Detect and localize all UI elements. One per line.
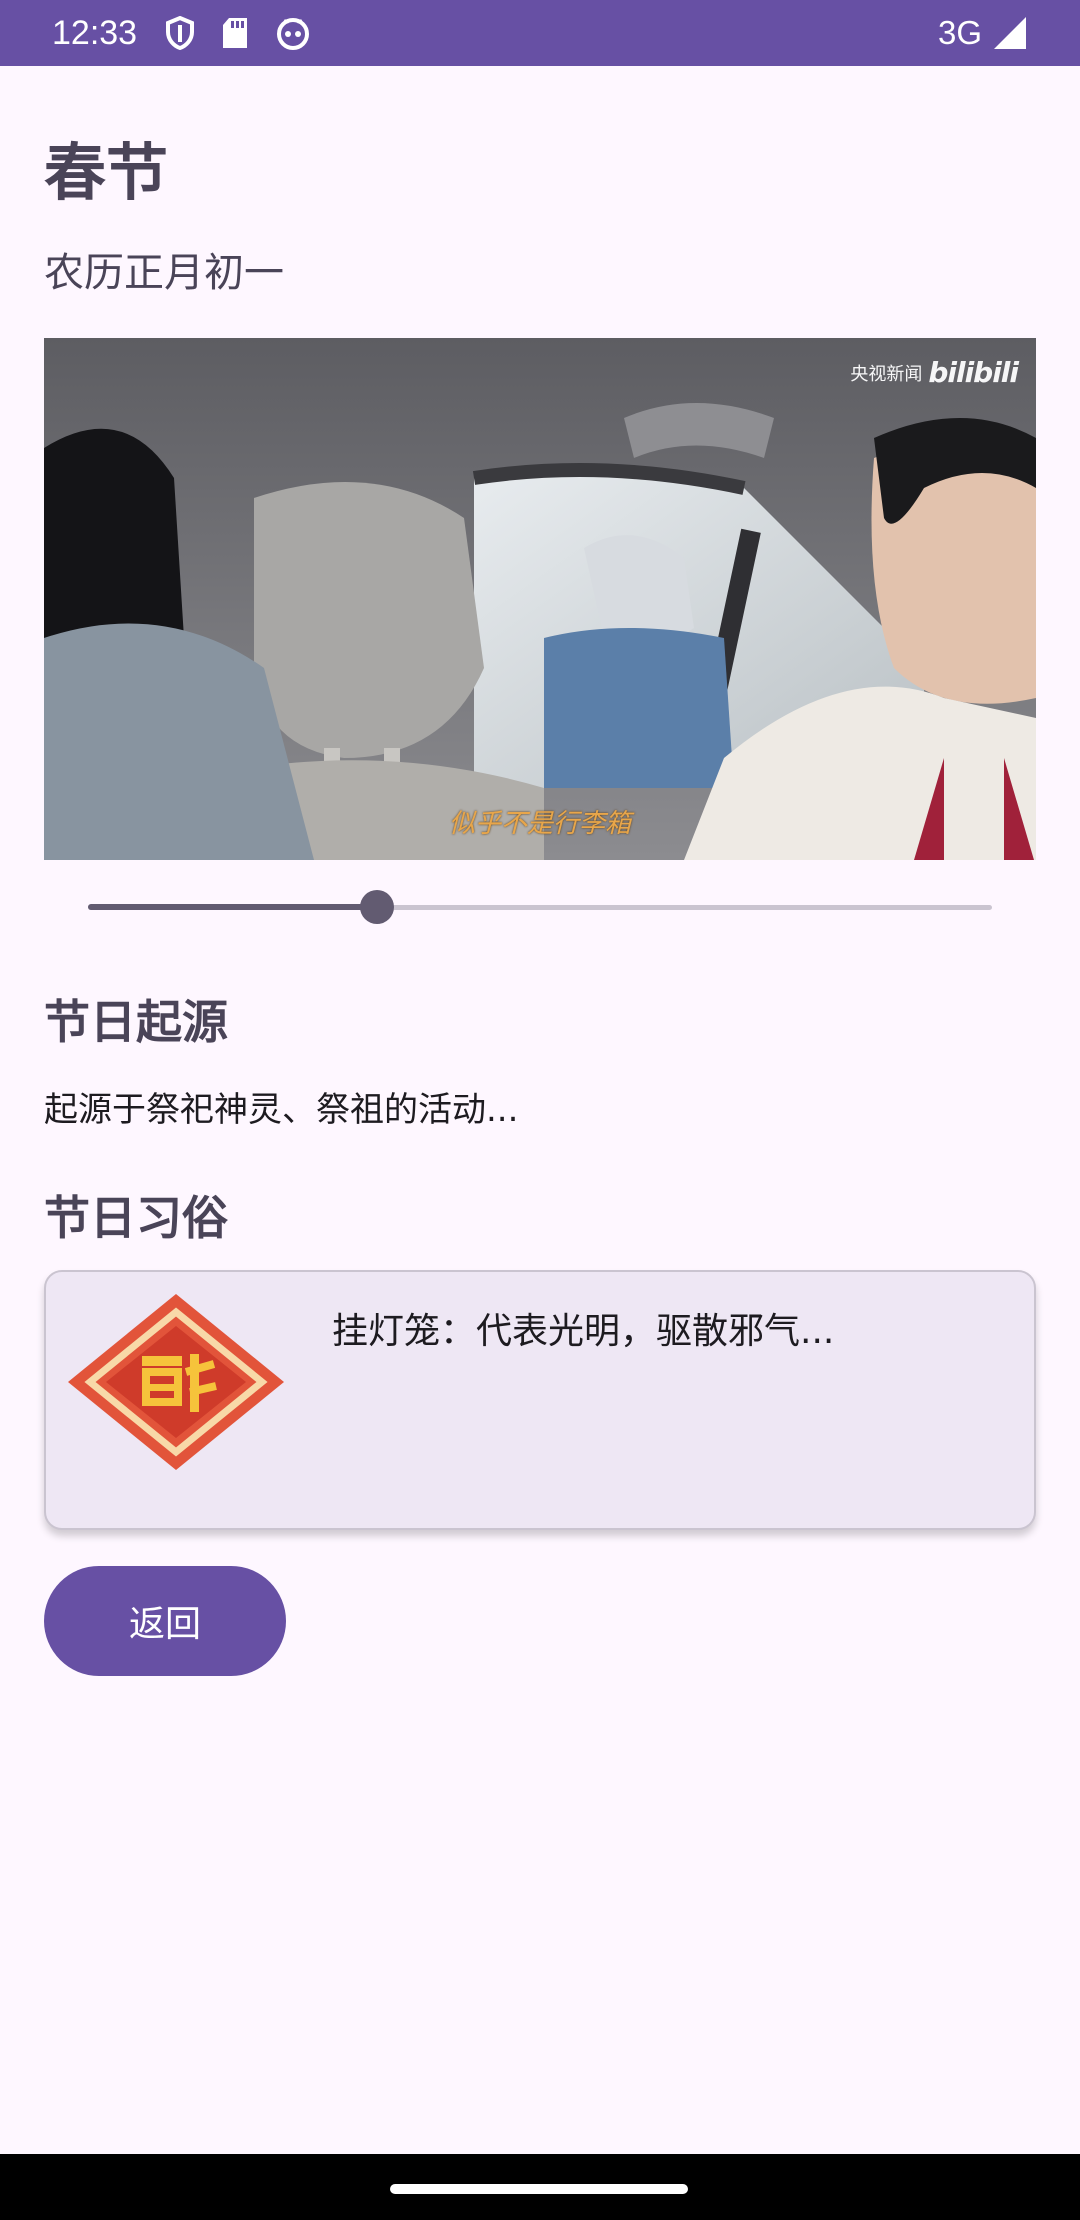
network-type: 3G bbox=[937, 14, 982, 51]
fu-diamond-icon bbox=[64, 1290, 288, 1478]
origin-section-title: 节日起源 bbox=[44, 995, 228, 1049]
video-player[interactable]: 央视新闻 bilibili 似乎不是行李箱 bbox=[44, 338, 1036, 860]
page-title: 春节 bbox=[44, 136, 169, 209]
slider-thumb[interactable] bbox=[360, 890, 395, 924]
cat-face-icon bbox=[275, 16, 311, 50]
watermark-text: 央视新闻 bbox=[850, 363, 923, 385]
status-time: 12:33 bbox=[52, 13, 138, 52]
video-frame bbox=[44, 338, 1036, 860]
page-subtitle: 农历正月初一 bbox=[44, 250, 284, 296]
video-subtitle: 似乎不是行李箱 bbox=[448, 809, 631, 839]
custom-description: 挂灯笼：代表光明，驱散邪气... bbox=[332, 1311, 835, 1352]
video-watermark: 央视新闻 bilibili bbox=[850, 356, 1019, 389]
customs-section-title: 节日习俗 bbox=[44, 1191, 228, 1245]
status-bar: 12:33 3G bbox=[0, 0, 1080, 66]
status-notification-icons bbox=[165, 16, 311, 50]
back-button[interactable]: 返回 bbox=[44, 1566, 286, 1676]
navigation-bar bbox=[0, 2154, 1080, 2220]
status-right: 3G bbox=[938, 14, 1028, 52]
video-progress-slider[interactable] bbox=[88, 888, 992, 928]
home-gesture-handle[interactable] bbox=[390, 2184, 688, 2194]
signal-icon bbox=[992, 16, 1028, 50]
slider-track-fill bbox=[88, 904, 378, 910]
sd-card-icon bbox=[221, 17, 249, 49]
shield-icon bbox=[165, 16, 195, 50]
custom-card[interactable]: 挂灯笼：代表光明，驱散邪气... bbox=[44, 1270, 1036, 1530]
origin-description: 起源于祭祀神灵、祭祖的活动... bbox=[44, 1090, 519, 1130]
bilibili-logo: bilibili bbox=[928, 356, 1019, 389]
